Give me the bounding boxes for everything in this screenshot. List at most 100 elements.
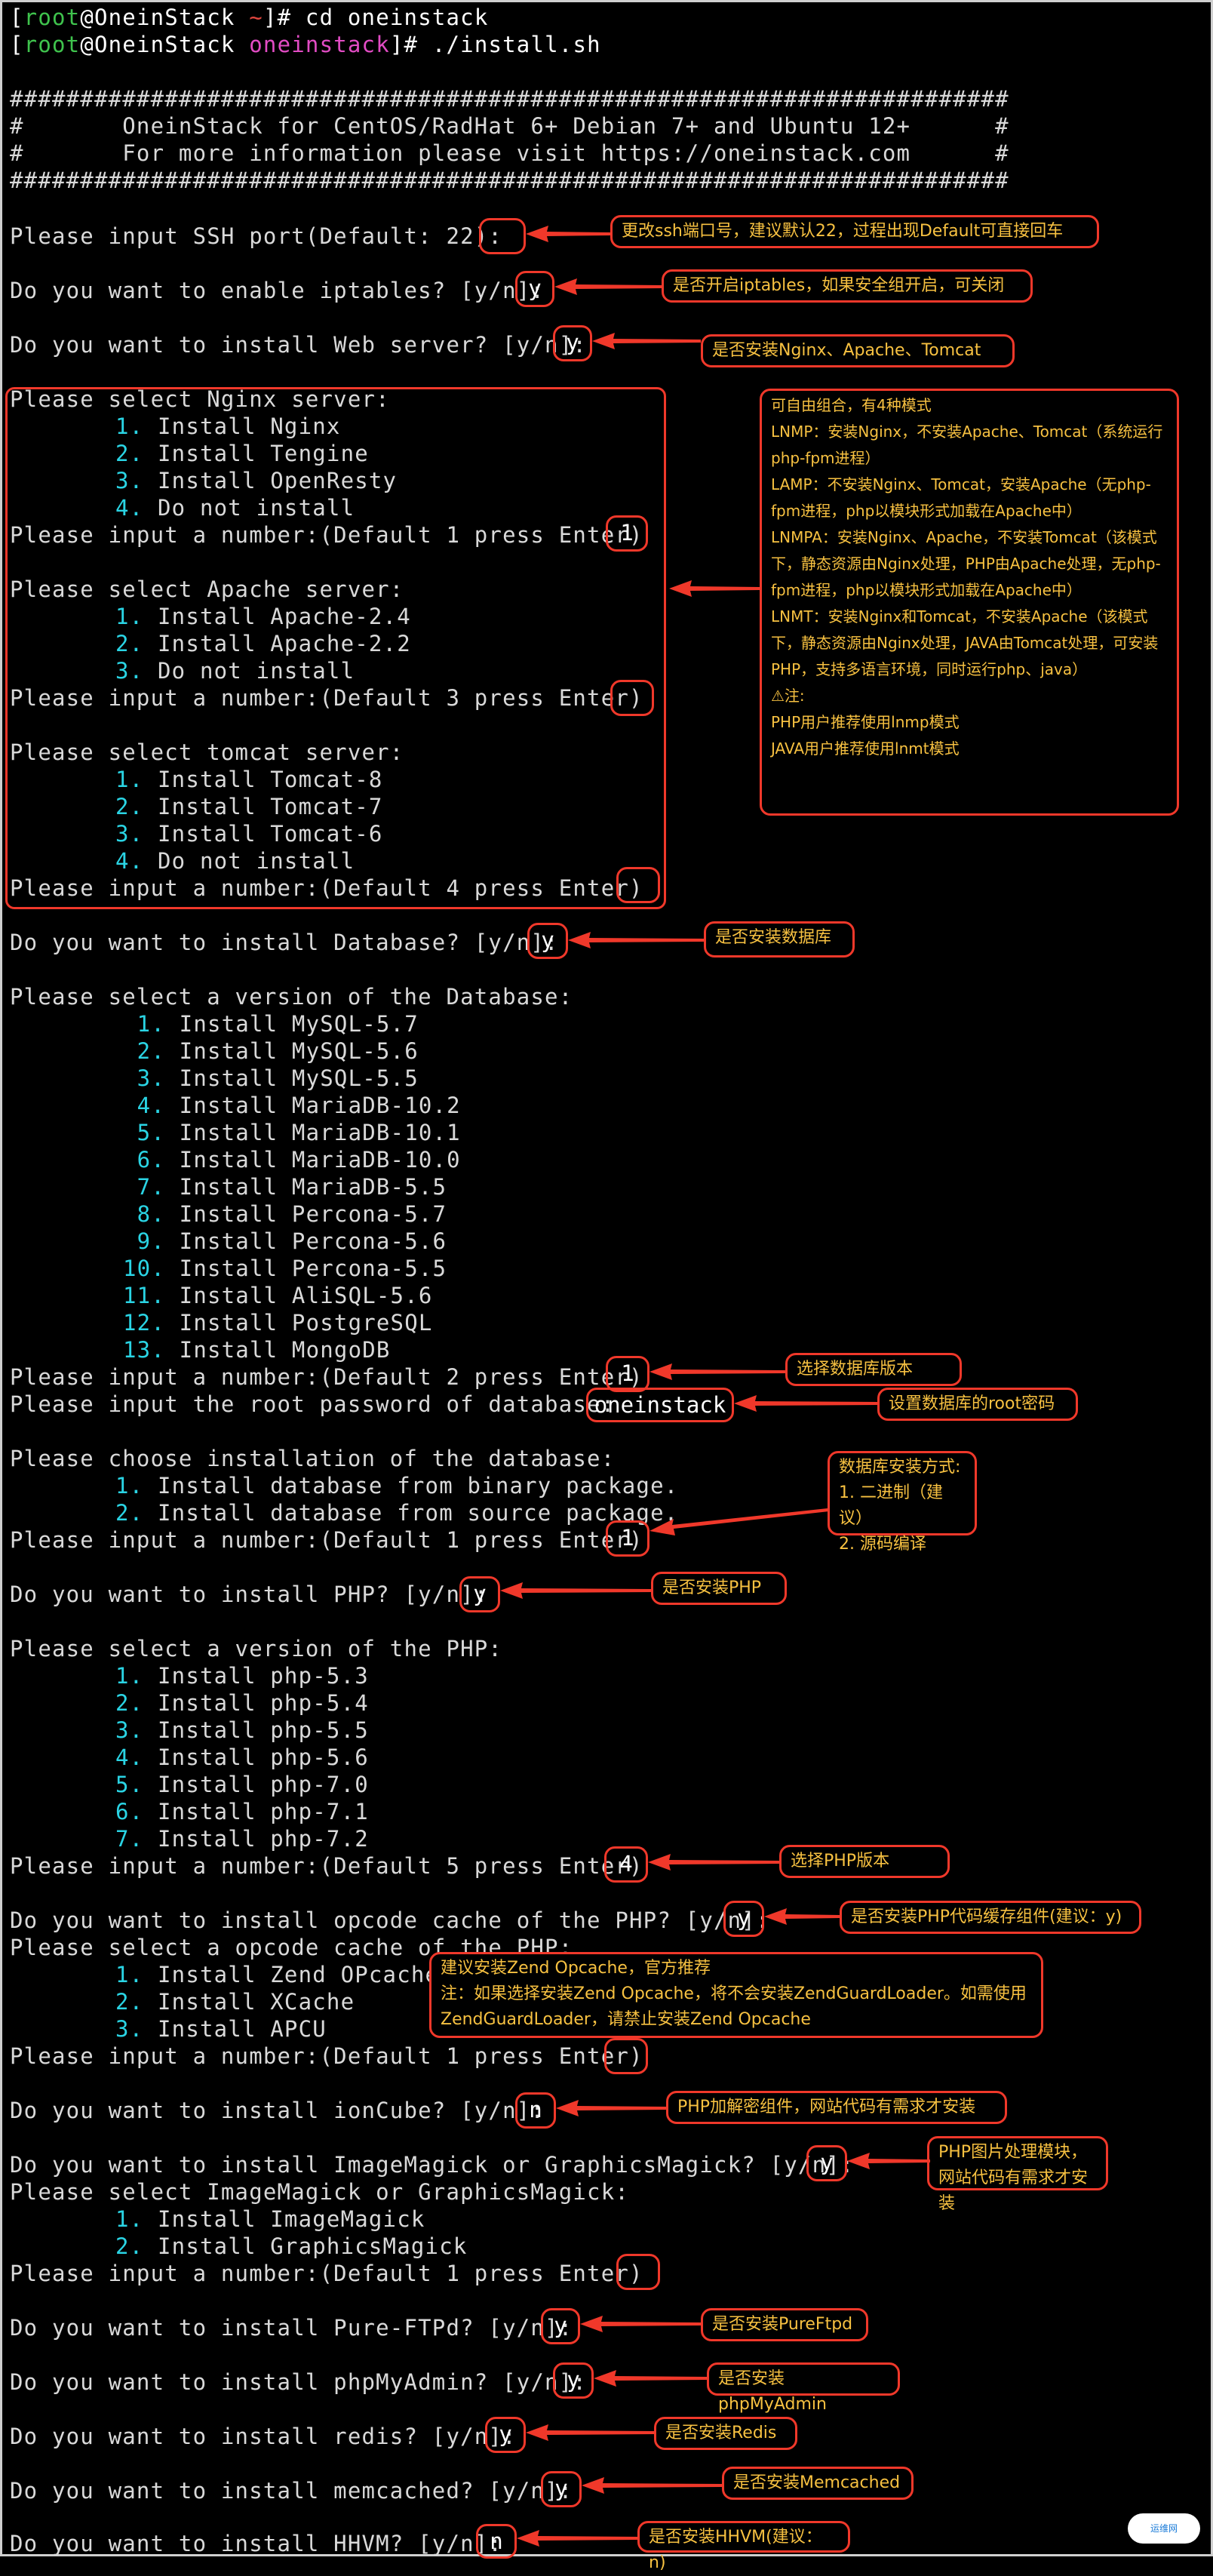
database-password-prompt: Please input the root password of databa… [10,1391,616,1417]
arrow-icon [764,1908,840,1925]
memcached-input[interactable]: y [541,2471,582,2507]
database-prompt: Do you want to install Database? [y/n]: [10,930,559,955]
terminal-window[interactable]: [root@OneinStack ~]# cd oneinstack [root… [0,0,1213,2572]
database-option: 13. Install MongoDB [123,1337,391,1363]
note-database-method: 数据库安装方式: 1. 二进制（建议） 2. 源码编译 [828,1451,977,1554]
nginx-option: 1. Install Nginx [115,413,341,439]
tomcat-number-input[interactable] [616,867,660,903]
ioncube-input[interactable]: n [515,2092,556,2129]
web-server-prompt: Do you want to install Web server? [y/n]… [10,332,588,358]
nginx-number-prompt: Please input a number:(Default 1 press E… [10,522,643,548]
note-hhvm: 是否安装HHVM(建议：n) [637,2521,850,2572]
arrow-icon [568,932,704,948]
imagemagick-prompt: Do you want to install ImageMagick or Gr… [10,2152,855,2178]
php-option: 5. Install php-7.0 [115,1772,369,1797]
note-ssh: 更改ssh端口号，建议默认22，过程出现Default可直接回车 [610,215,1099,248]
opcode-input[interactable]: y [723,1901,764,1937]
database-password-input[interactable]: oneinstack [586,1388,734,1422]
ssh-port-input[interactable] [479,218,526,254]
phpmyadmin-input[interactable]: y [553,2362,594,2399]
arrow-icon [582,2477,722,2494]
database-method-option: 2. Install database from source package. [115,1500,679,1526]
tomcat-option: 4. Do not install [115,848,355,874]
opcode-option: 2. Install XCache [115,1989,355,2015]
php-prompt: Do you want to install PHP? [y/n]: [10,1582,489,1607]
database-option: 4. Install MariaDB-10.2 [123,1093,461,1118]
redis-input[interactable]: y [485,2417,526,2453]
note-combo: 可自由组合，有4种模式 LNMP：安装Nginx，不安装Apache、Tomca… [760,389,1179,816]
database-method-option: 1. Install database from binary package. [115,1473,679,1499]
note-database-version: 选择数据库版本 [785,1353,962,1386]
database-method-number-prompt: Please input a number:(Default 1 press E… [10,1527,643,1553]
database-method-title: Please choose installation of the databa… [10,1446,616,1471]
command-line-1: [root@OneinStack ~]# cd oneinstack [10,5,489,30]
tomcat-option: 3. Install Tomcat-6 [115,821,383,847]
database-method-input[interactable]: 1 [606,1520,649,1557]
php-option: 6. Install php-7.1 [115,1799,369,1824]
imagemagick-number-input[interactable] [616,2254,660,2290]
apache-option: 1. Install Apache-2.4 [115,604,411,629]
imagemagick-option: 2. Install GraphicsMagick [115,2233,468,2259]
opcode-option: 1. Install Zend OPcache [115,1962,440,1987]
pureftpd-input[interactable]: y [541,2308,580,2344]
php-option: 3. Install php-5.5 [115,1717,369,1743]
database-option: 12. Install PostgreSQL [123,1310,433,1336]
imagemagick-number-prompt: Please input a number:(Default 1 press E… [10,2261,643,2286]
imagemagick-input[interactable]: y [806,2145,847,2181]
watermark-logo: 运维网 [1128,2513,1200,2544]
note-opcode-select: 建议安装Zend Opcache，官方推荐 注：如果选择安装Zend Opcac… [429,1952,1043,2038]
opcode-prompt: Do you want to install opcode cache of t… [10,1907,770,1933]
banner-line-2: # For more information please visit http… [10,140,1009,166]
redis-prompt: Do you want to install redis? [y/n]: [10,2424,517,2449]
database-input[interactable]: y [527,923,568,959]
pureftpd-prompt: Do you want to install Pure-FTPd? [y/n]: [10,2315,573,2341]
apache-number-input[interactable] [610,680,654,716]
note-database-password: 设置数据库的root密码 [877,1388,1078,1421]
database-option: 3. Install MySQL-5.5 [123,1065,419,1091]
database-option: 9. Install Percona-5.6 [123,1228,447,1254]
database-option: 8. Install Percona-5.7 [123,1201,447,1227]
database-version-title: Please select a version of the Database: [10,984,573,1010]
arrow-icon [580,2316,701,2332]
php-version-title: Please select a version of the PHP: [10,1636,503,1661]
hhvm-input[interactable]: n [476,2524,517,2559]
nginx-option: 2. Install Tengine [115,441,369,466]
opcode-number-prompt: Please input a number:(Default 1 press E… [10,2043,643,2069]
arrow-icon [594,2370,707,2387]
hhvm-prompt: Do you want to install HHVM? [y/n]: [10,2531,503,2556]
nginx-title: Please select Nginx server: [10,386,390,412]
memcached-prompt: Do you want to install memcached? [y/n]: [10,2478,573,2504]
php-number-input[interactable]: 4 [604,1846,648,1883]
arrow-icon [500,1582,651,1599]
arrow-icon [556,2100,666,2116]
apache-number-prompt: Please input a number:(Default 3 press E… [10,685,643,711]
nginx-number-input[interactable]: 1 [606,515,648,552]
iptables-input[interactable]: y [515,271,554,307]
note-php-version: 选择PHP版本 [779,1845,950,1878]
nginx-option: 3. Install OpenResty [115,468,398,493]
tomcat-option: 2. Install Tomcat-7 [115,794,383,819]
tomcat-option: 1. Install Tomcat-8 [115,767,383,792]
web-server-input[interactable]: y [553,325,592,361]
phpmyadmin-prompt: Do you want to install phpMyAdmin? [y/n]… [10,2369,588,2395]
database-option: 6. Install MariaDB-10.0 [123,1147,461,1173]
database-option: 2. Install MySQL-5.6 [123,1038,419,1064]
command-line-2: [root@OneinStack oneinstack]# ./install.… [10,32,601,57]
php-input[interactable]: y [459,1576,500,1612]
opcode-number-input[interactable] [604,2038,648,2074]
arrow-icon [554,278,662,295]
iptables-prompt: Do you want to enable iptables? [y/n]: [10,278,545,303]
banner-border-top: ########################################… [10,86,1009,112]
php-option: 4. Install php-5.6 [115,1744,369,1770]
tomcat-number-prompt: Please input a number:(Default 4 press E… [10,875,643,901]
note-php: 是否安装PHP [651,1572,787,1605]
arrow-icon [517,2530,637,2547]
nginx-option: 4. Do not install [115,495,355,521]
note-memcached: 是否安装Memcached [722,2467,914,2500]
note-web: 是否安装Nginx、Apache、Tomcat [701,334,1015,367]
php-number-prompt: Please input a number:(Default 5 press E… [10,1853,643,1879]
ssh-port-prompt: Please input SSH port(Default: 22): [10,223,503,249]
database-number-input[interactable]: 1 [606,1356,649,1392]
banner-line-1: # OneinStack for CentOS/RadHat 6+ Debian… [10,113,1009,139]
note-opcode: 是否安装PHP代码缓存组件(建议：y) [840,1901,1141,1934]
